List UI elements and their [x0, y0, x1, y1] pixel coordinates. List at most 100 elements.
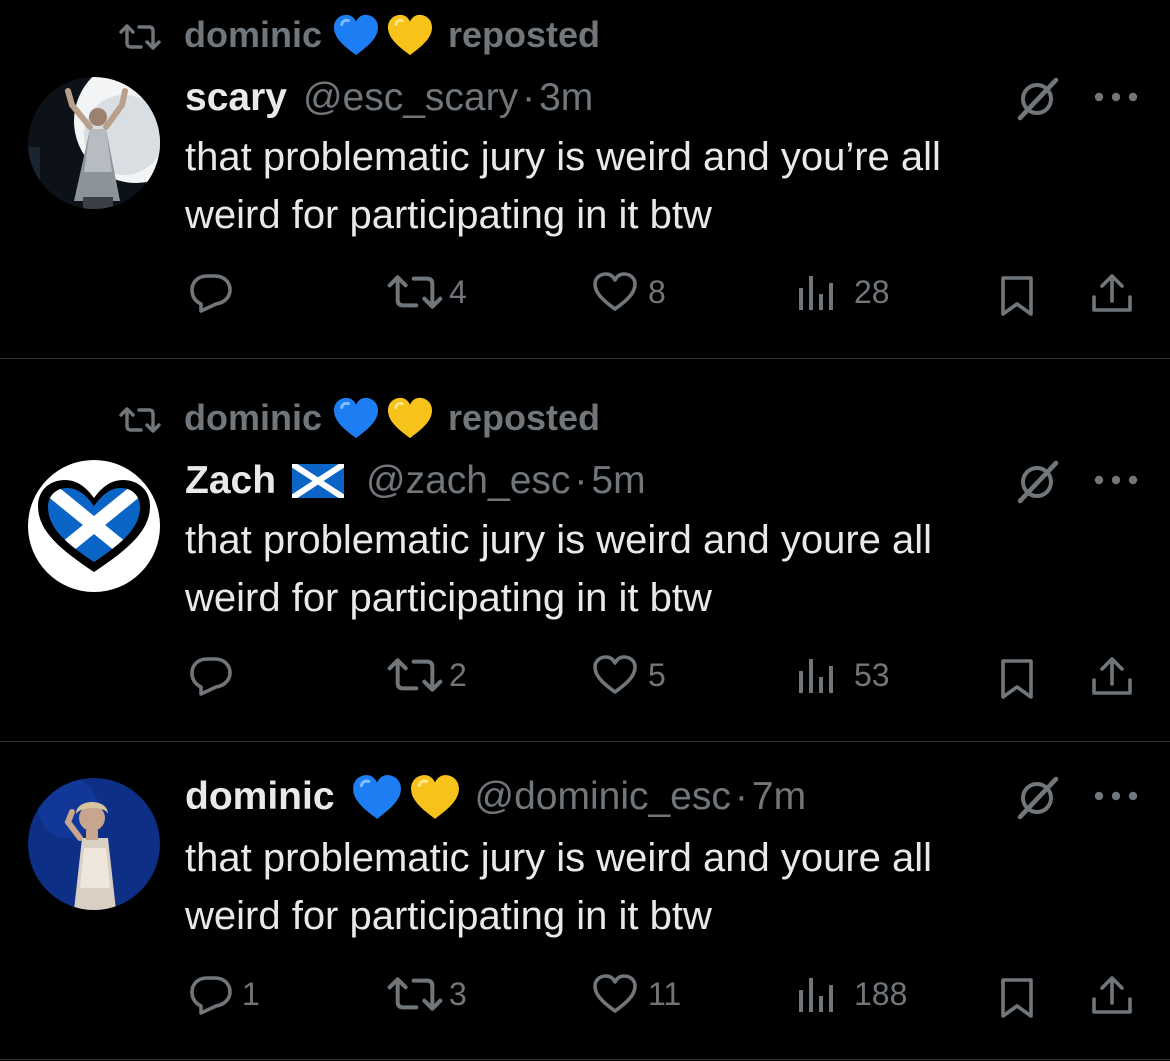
person-on-stage-avatar-image — [28, 77, 160, 209]
more-icon[interactable] — [1093, 790, 1139, 802]
tweet-text: that problematic jury is weird and youre… — [185, 829, 1085, 945]
reply-icon — [190, 657, 232, 696]
scottish-flag-heart-avatar-image — [28, 460, 160, 592]
share-button[interactable] — [1089, 974, 1135, 1018]
share-icon — [1092, 657, 1132, 695]
author-name[interactable]: scary — [185, 76, 287, 120]
bookmark-button[interactable] — [997, 274, 1037, 318]
tweet-card[interactable]: dominic reposted scary @esc_scary · 3m t… — [0, 0, 1170, 358]
avatar[interactable] — [28, 460, 160, 592]
views-button[interactable]: 28 — [796, 270, 890, 314]
reposter-name[interactable]: dominic — [184, 397, 322, 439]
author-handle[interactable]: @dominic_esc — [475, 775, 731, 819]
repost-icon — [119, 24, 161, 50]
bookmark-icon — [1001, 978, 1033, 1018]
share-icon — [1092, 274, 1132, 312]
avatar[interactable] — [28, 77, 160, 209]
grok-icon[interactable] — [1012, 773, 1062, 823]
blue-heart-icon — [332, 396, 380, 440]
repost-icon — [119, 407, 161, 433]
tweet-card[interactable]: dominic @dominic_esc · 7m that problemat… — [0, 742, 1170, 1061]
repost-icon — [387, 275, 443, 309]
tweet-text: that problematic jury is weird and youre… — [185, 511, 1085, 627]
repost-icon — [387, 977, 443, 1011]
repost-count: 3 — [449, 975, 467, 1012]
person-portrait-avatar-image — [28, 778, 160, 910]
repost-button[interactable]: 3 — [385, 972, 467, 1016]
more-icon[interactable] — [1093, 91, 1139, 103]
reply-icon — [190, 274, 232, 313]
tweet-text-line: weird for participating in it btw — [185, 576, 712, 620]
tweet-timestamp[interactable]: 3m — [539, 76, 593, 120]
tweet-header: Zach @zach_esc · 5m — [185, 458, 646, 504]
repost-count: 4 — [449, 273, 467, 310]
views-count: 28 — [854, 273, 890, 310]
like-icon — [593, 974, 637, 1013]
reply-button[interactable]: 1 — [188, 972, 260, 1016]
reposted-label: reposted — [448, 397, 601, 438]
tweet-text-line: that problematic jury is weird and youre… — [185, 836, 933, 880]
views-icon — [799, 659, 833, 693]
repost-count: 2 — [449, 656, 467, 693]
like-count: 8 — [648, 273, 666, 310]
scotland-flag-icon — [292, 464, 345, 498]
share-icon — [1092, 976, 1132, 1014]
like-icon — [593, 655, 637, 694]
tweet-card[interactable]: dominic reposted Zach @zach_esc · 5m tha… — [0, 359, 1170, 741]
header-separator: · — [522, 76, 536, 119]
reply-button[interactable] — [188, 653, 244, 697]
reply-icon — [190, 976, 232, 1015]
header-separator: · — [734, 775, 748, 818]
tweet-header: dominic @dominic_esc · 7m — [185, 773, 806, 821]
yellow-heart-icon — [386, 13, 434, 57]
repost-icon — [387, 658, 443, 692]
reposter-name[interactable]: dominic — [184, 14, 322, 56]
tweet-text-line: weird for participating in it btw — [185, 193, 712, 237]
share-button[interactable] — [1089, 272, 1135, 316]
views-button[interactable]: 53 — [796, 653, 890, 697]
bookmark-icon — [1001, 276, 1033, 316]
author-handle[interactable]: @zach_esc — [366, 459, 570, 503]
bookmark-button[interactable] — [997, 976, 1037, 1020]
views-button[interactable]: 188 — [796, 972, 907, 1016]
reply-button[interactable] — [188, 270, 244, 314]
bookmark-icon — [1001, 659, 1033, 699]
bookmark-button[interactable] — [997, 657, 1037, 701]
views-icon — [799, 276, 833, 310]
like-button[interactable]: 11 — [592, 972, 681, 1016]
header-separator: · — [574, 459, 588, 502]
author-handle[interactable]: @esc_scary — [303, 76, 518, 120]
views-count: 188 — [854, 975, 908, 1012]
tweet-timestamp[interactable]: 5m — [591, 459, 645, 503]
tweet-text-line: that problematic jury is weird and youre… — [185, 518, 933, 562]
like-button[interactable]: 8 — [592, 270, 666, 314]
like-count: 11 — [648, 975, 682, 1012]
tweet-text: that problematic jury is weird and you’r… — [185, 128, 1085, 244]
tweet-text-line: that problematic jury is weird and you’r… — [185, 135, 941, 179]
author-name[interactable]: dominic — [185, 775, 335, 819]
yellow-heart-icon — [386, 396, 434, 440]
like-icon — [593, 272, 637, 311]
yellow-heart-icon — [409, 773, 460, 821]
repost-context[interactable]: dominic reposted — [118, 13, 601, 57]
author-emojis — [292, 464, 345, 498]
views-count: 53 — [854, 656, 890, 693]
tweet-divider — [0, 1059, 1170, 1060]
tweet-timestamp[interactable]: 7m — [752, 775, 806, 819]
repost-button[interactable]: 2 — [385, 653, 467, 697]
tweet-text-line: weird for participating in it btw — [185, 894, 712, 938]
grok-icon[interactable] — [1012, 457, 1062, 507]
like-button[interactable]: 5 — [592, 653, 666, 697]
author-name[interactable]: Zach — [185, 459, 276, 503]
grok-icon[interactable] — [1012, 74, 1062, 124]
blue-heart-icon — [351, 773, 402, 821]
more-icon[interactable] — [1093, 474, 1139, 486]
timeline-feed: dominic reposted scary @esc_scary · 3m t… — [0, 0, 1170, 1061]
tweet-header: scary @esc_scary · 3m — [185, 75, 593, 121]
reposted-label: reposted — [448, 14, 601, 55]
repost-button[interactable]: 4 — [385, 270, 467, 314]
author-emojis — [351, 773, 461, 821]
avatar[interactable] — [28, 778, 160, 910]
share-button[interactable] — [1089, 655, 1135, 699]
repost-context[interactable]: dominic reposted — [118, 396, 601, 440]
